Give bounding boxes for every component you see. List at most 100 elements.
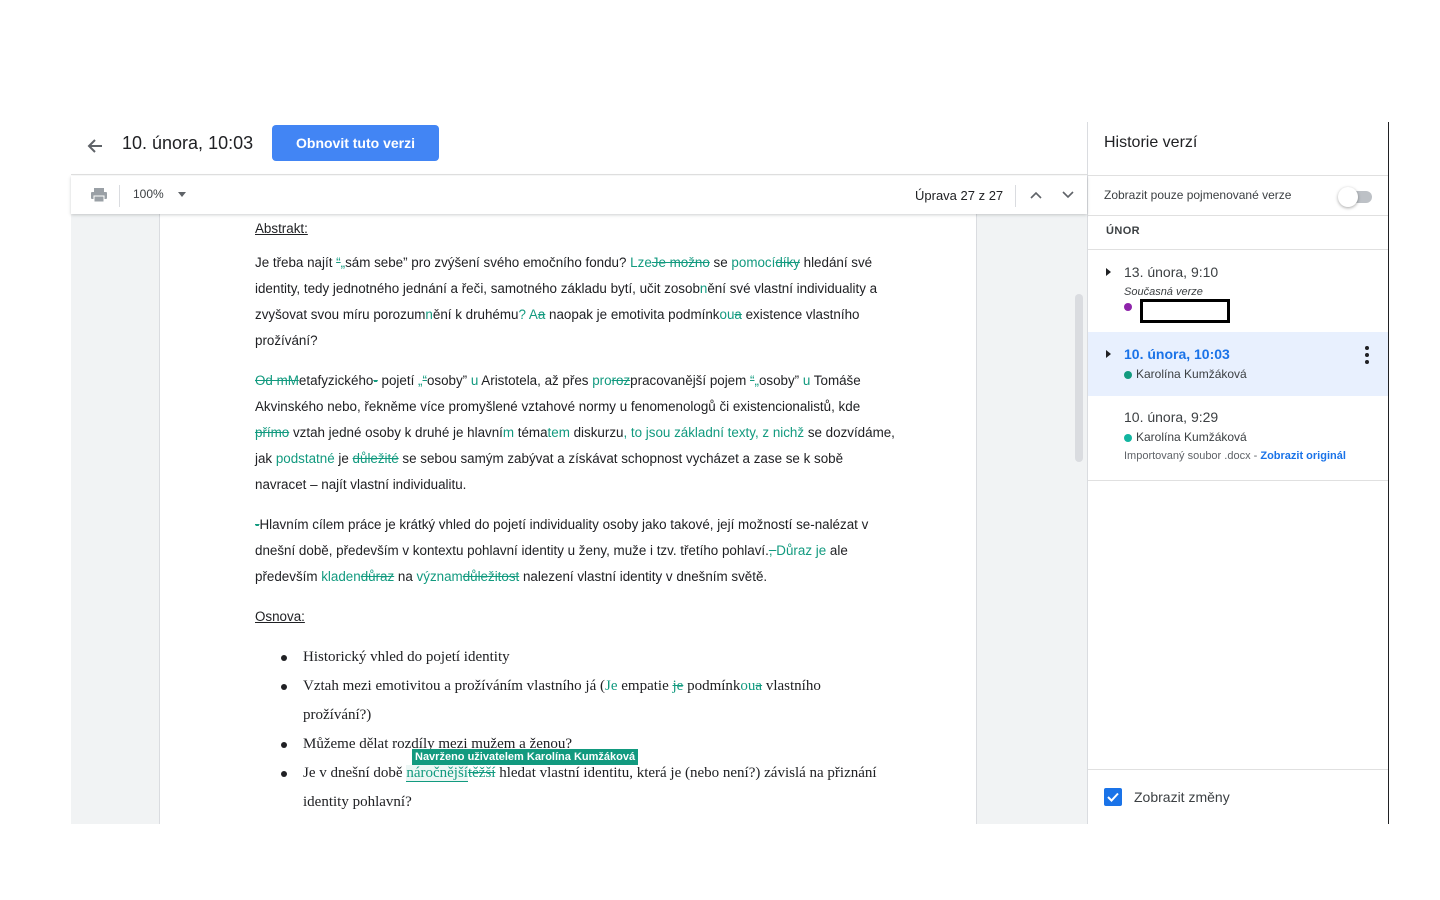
paragraph-3: -Hlavním cílem práce je krátký vhled do … [255,512,895,590]
author-color-dot [1124,371,1132,379]
toolbar: 100% Úprava 27 z 27 [71,176,1087,214]
deleted-text[interactable]: těžší [468,765,496,781]
version-item-selected[interactable]: 10. února, 10:03 Karolína Kumžáková [1088,332,1388,396]
paragraph-1: Je třeba najít “„sám sebe” pro zvýšení s… [255,250,895,354]
inserted-text[interactable]: ou [740,678,755,694]
document-scrollbar[interactable] [1075,294,1083,462]
inserted-text[interactable]: tem [548,425,570,440]
text-run: sám sebe” pro zvýšení svého emočního fon… [345,255,631,270]
imported-note: Importovaný soubor .docx - Zobrazit orig… [1124,450,1346,462]
inserted-text[interactable]: ou [720,307,735,322]
version-item[interactable]: 10. února, 9:29 Karolína Kumžáková Impor… [1088,397,1388,481]
version-history-window: 10. února, 10:03 Obnovit tuto verzi 100%… [71,122,1389,824]
divider [1088,769,1388,770]
deleted-text[interactable]: a [734,307,741,322]
print-icon[interactable] [90,186,108,204]
version-author: Karolína Kumžáková [1136,430,1247,444]
text-run: osoby” [426,373,471,388]
toolbar-divider [1015,185,1016,207]
document-page: Abstrakt: Je třeba najít “„sám sebe” pro… [159,214,977,824]
abstract-heading: Abstrakt: [255,221,308,236]
back-arrow-icon[interactable] [81,132,109,160]
divider [1088,480,1388,481]
inserted-text[interactable]: Je [605,678,618,694]
deleted-text[interactable]: důležité [353,451,399,466]
version-author: Karolína Kumžáková [1136,367,1247,381]
header: 10. února, 10:03 Obnovit tuto verzi [71,122,1087,175]
show-original-link[interactable]: Zobrazit originál [1260,450,1346,462]
text-run: Je v dnešní době [303,765,407,781]
document-canvas[interactable]: Abstrakt: Je třeba najít “„sám sebe” pro… [71,214,1087,824]
version-date: 10. února, 9:29 [1124,409,1219,425]
more-options-icon[interactable] [1364,346,1370,364]
inserted-text[interactable]: význam [417,569,463,584]
month-label: ÚNOR [1106,225,1140,237]
deleted-text[interactable]: díky [775,255,800,270]
deleted-text[interactable]: přímo [255,425,289,440]
inserted-text[interactable]: n [425,307,432,322]
version-title: 10. února, 10:03 [122,133,254,153]
deleted-text[interactable]: důraz [361,569,395,584]
text-run: se [709,255,732,270]
zoom-value: 100% [133,187,164,201]
previous-edit-chevron-up-icon[interactable] [1026,185,1046,205]
version-date: 10. února, 10:03 [1124,346,1230,362]
restore-version-button[interactable]: Obnovit tuto verzi [272,125,439,161]
version-date: 13. února, 9:10 [1124,264,1219,280]
author-color-dot [1124,303,1132,311]
text-run: na [394,569,417,584]
inserted-text[interactable]: Důraz je [776,543,826,558]
text-run: Vztah mezi emotivitou a prožíváním vlast… [303,678,605,694]
text-run: nalezení vlastní identity v dnešním svět… [519,569,768,584]
text-run: naopak je emotivita podmínk [545,307,720,322]
inserted-text[interactable]: m [503,425,514,440]
deleted-text[interactable]: roz [612,373,631,388]
text-run: je [334,451,353,466]
text-run: diskurzu [569,425,624,440]
toolbar-divider [119,185,120,207]
version-item-current[interactable]: 13. února, 9:10 Současná verze [1088,250,1388,332]
text-run: empatie [617,678,673,694]
deleted-text[interactable]: Je možno [652,255,710,270]
text-run: Je třeba najít [255,255,337,270]
toggle-knob [1338,187,1358,207]
deleted-text[interactable]: důležitost [463,569,520,584]
inserted-text[interactable]: pro [592,373,611,388]
expand-triangle-icon[interactable] [1106,350,1111,358]
panel-title: Historie verzí [1104,134,1198,151]
zoom-dropdown[interactable]: 100% [133,187,186,201]
text-run: pojetí [377,373,419,388]
inserted-text[interactable]: kladen [321,569,360,584]
version-subtitle: Současná verze [1124,286,1203,298]
show-changes-label: Zobrazit změny [1134,789,1230,805]
named-only-label: Zobrazit pouze pojmenované verze [1104,188,1292,202]
edit-counter: Úprava 27 z 27 [915,188,1004,203]
deleted-text[interactable]: Od mM [255,373,299,388]
list-item: Vztah mezi emotivitou a prožíváním vlast… [278,672,878,730]
text-run: Historický vhled do pojetí identity [303,649,510,665]
inserted-text[interactable]: ? A [518,307,537,322]
next-edit-chevron-down-icon[interactable] [1058,185,1078,205]
list-item: Historický vhled do pojetí identity [278,643,878,672]
show-changes-checkbox[interactable]: Zobrazit změny [1104,788,1230,806]
text-run: etafyzického [298,373,374,388]
text-run: ění k druhému [432,307,519,322]
checkbox-checked-icon[interactable] [1104,788,1122,806]
inserted-text[interactable]: pomocí [731,255,775,270]
list-item: Je v dnešní době náročnějšítěžší hledat … [278,759,878,817]
suggestion-tooltip: Navrženo uživatelem Karolína Kumžáková [412,749,639,765]
inserted-text[interactable]: náročnější [406,765,468,782]
inserted-text[interactable]: , to jsou základní texty, z nichž [623,425,804,440]
text-run: pracovanější pojem [630,373,751,388]
text-run: Aristotela, až přes [478,373,593,388]
chevron-down-icon [177,191,186,197]
redacted-author [1140,299,1230,323]
inserted-text[interactable]: Lze [630,255,652,270]
expand-triangle-icon[interactable] [1106,268,1111,276]
named-only-toggle[interactable] [1338,186,1374,207]
divider [1088,215,1388,216]
version-history-panel: Historie verzí Zobrazit pouze pojmenovan… [1087,122,1389,824]
deleted-text[interactable]: je [672,678,683,694]
inserted-text[interactable]: podstatné [276,451,335,466]
author-color-dot [1124,434,1132,442]
